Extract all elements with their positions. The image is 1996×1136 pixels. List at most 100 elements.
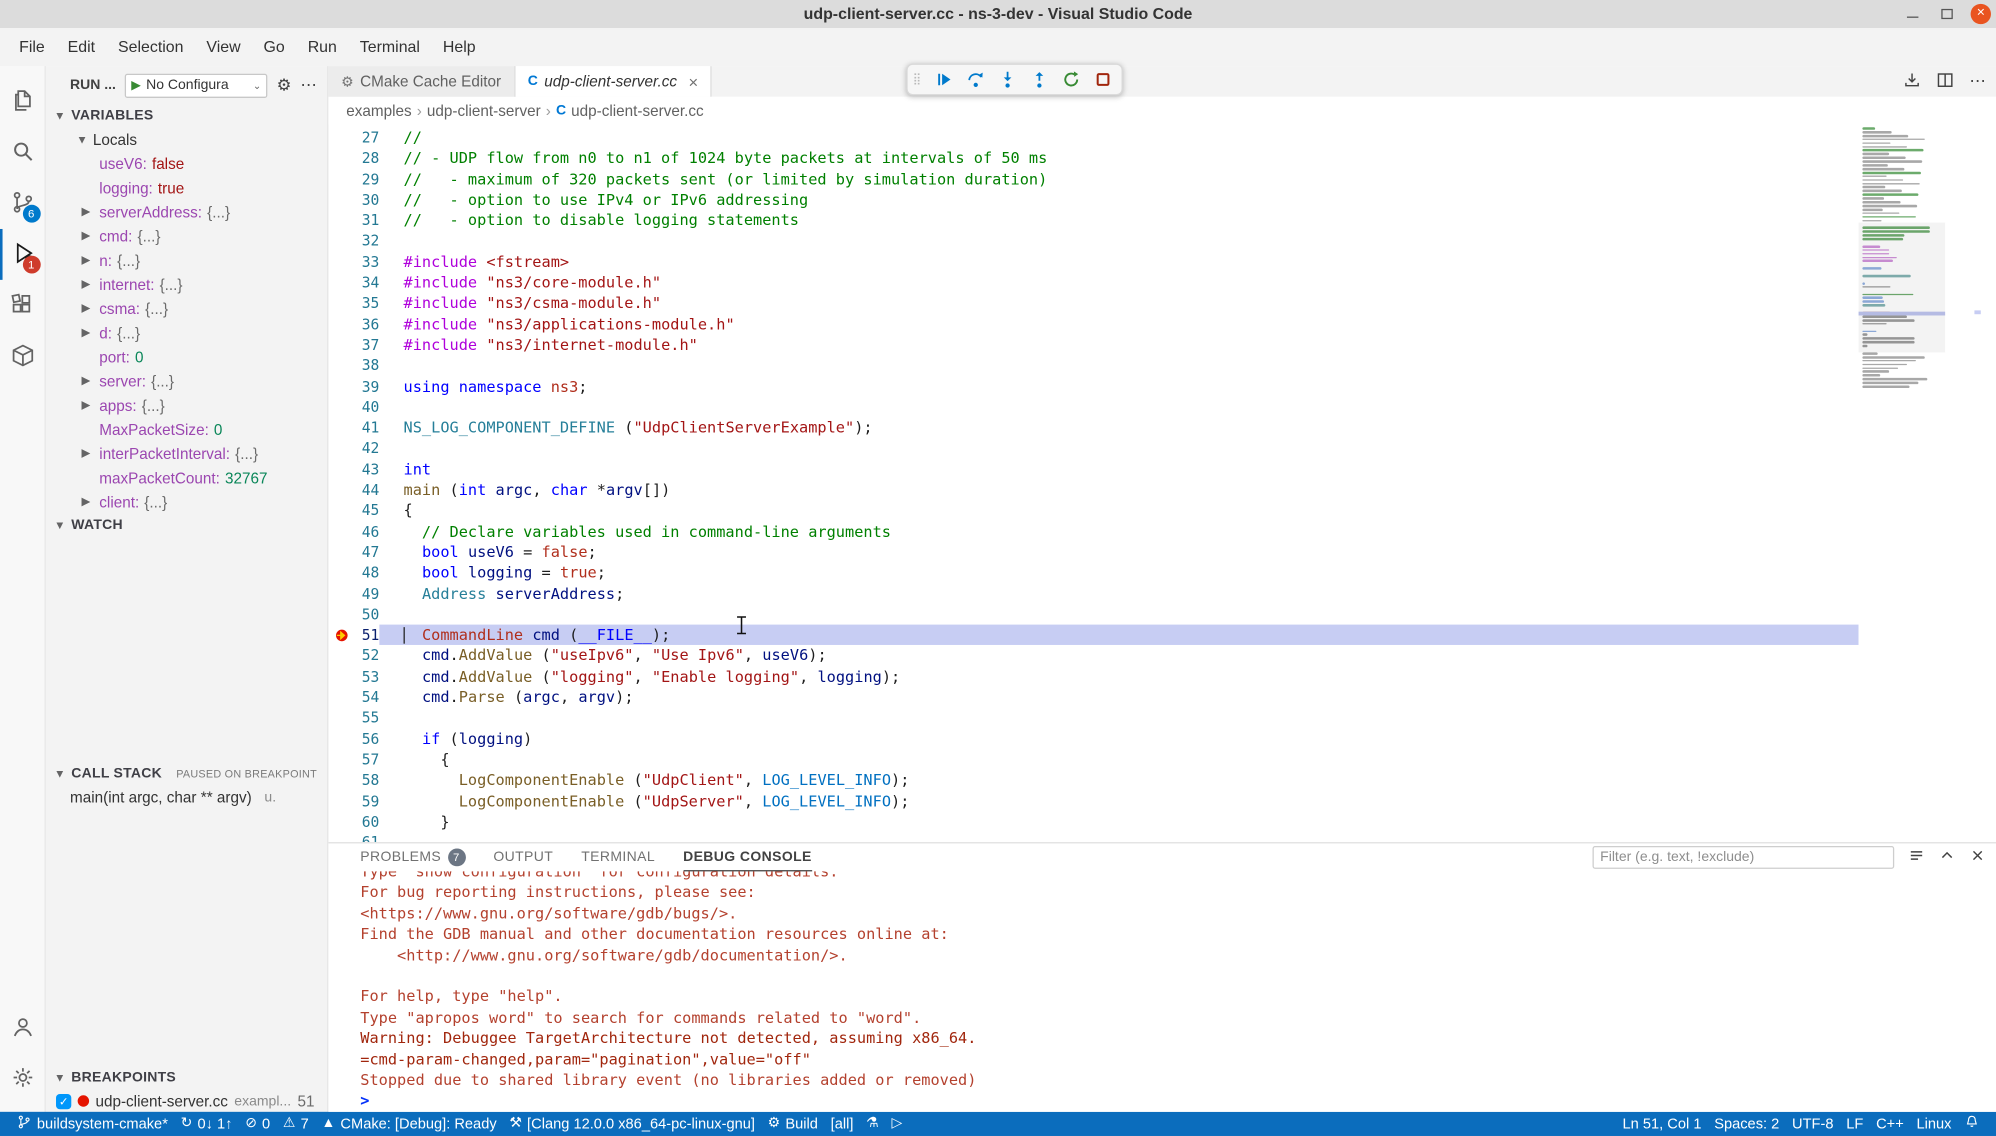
code-line[interactable]: 41NS_LOG_COMPONENT_DEFINE ("UdpClientSer… bbox=[328, 417, 1858, 438]
line-number[interactable]: 29 bbox=[354, 169, 379, 190]
step-into-button[interactable] bbox=[993, 66, 1021, 93]
menu-go[interactable]: Go bbox=[252, 33, 296, 61]
line-number[interactable]: 56 bbox=[354, 728, 379, 749]
panel-tab-problems[interactable]: PROBLEMS7 bbox=[360, 843, 465, 871]
code-line[interactable]: 32 bbox=[328, 231, 1858, 252]
sidebar-item-source-control[interactable]: 6 bbox=[0, 178, 45, 229]
status-item-build[interactable]: ⚙Build bbox=[761, 1112, 824, 1136]
status-item-cmake-debug-ready[interactable]: ▲CMake: [Debug]: Ready bbox=[315, 1112, 503, 1136]
variable-row[interactable]: ▶serverAddress:{...} bbox=[46, 200, 327, 224]
code-line[interactable]: 27// bbox=[328, 127, 1858, 148]
code-line[interactable]: 39using namespace ns3; bbox=[328, 376, 1858, 397]
settings-button[interactable] bbox=[0, 1053, 45, 1104]
stack-frame[interactable]: main(int argc, char ** argv)u. bbox=[46, 785, 327, 809]
breadcrumb-item[interactable]: udp-client-server.cc bbox=[571, 102, 703, 120]
status-item-0-1-[interactable]: ↻0↓ 1↑ bbox=[174, 1112, 239, 1136]
line-number[interactable]: 57 bbox=[354, 749, 379, 770]
variable-row[interactable]: ▶d:{...} bbox=[46, 321, 327, 345]
breakpoint-gutter[interactable] bbox=[328, 832, 353, 842]
sidebar-item-extensions[interactable] bbox=[0, 280, 45, 331]
code-line[interactable]: 46 // Declare variables used in command-… bbox=[328, 521, 1858, 542]
line-number[interactable]: 27 bbox=[354, 127, 379, 148]
variable-row[interactable]: port:0 bbox=[46, 345, 327, 369]
line-number[interactable]: 46 bbox=[354, 521, 379, 542]
code-line[interactable]: 28// - UDP flow from n0 to n1 of 1024 by… bbox=[328, 148, 1858, 169]
line-number[interactable]: 36 bbox=[354, 314, 379, 335]
variable-row[interactable]: ▶cmd:{...} bbox=[46, 224, 327, 248]
line-number[interactable]: 60 bbox=[354, 811, 379, 832]
breadcrumb-item[interactable]: examples bbox=[346, 102, 411, 120]
line-number[interactable]: 41 bbox=[354, 417, 379, 438]
line-number[interactable]: 33 bbox=[354, 252, 379, 273]
sidebar-item-run-and-debug[interactable]: 1 bbox=[0, 229, 45, 280]
breakpoint-gutter[interactable] bbox=[328, 728, 353, 749]
breakpoint-gutter[interactable] bbox=[328, 459, 353, 480]
call-stack-section-header[interactable]: ▼ CALL STACK PAUSED ON BREAKPOINT bbox=[46, 762, 327, 785]
line-number[interactable]: 49 bbox=[354, 583, 379, 604]
debug-console[interactable]: Type "show configuration" for configurat… bbox=[328, 871, 1996, 1111]
variable-row[interactable]: useV6:false bbox=[46, 151, 327, 175]
line-number[interactable]: 40 bbox=[354, 397, 379, 418]
code-line[interactable]: 55 bbox=[328, 708, 1858, 729]
code-line[interactable]: 48 bool logging = true; bbox=[328, 563, 1858, 584]
code-line[interactable]: 36#include "ns3/applications-module.h" bbox=[328, 314, 1858, 335]
breakpoint-gutter[interactable] bbox=[328, 293, 353, 314]
status-item-utf-8[interactable]: UTF-8 bbox=[1786, 1112, 1840, 1136]
gear-icon[interactable]: ⚙ bbox=[277, 75, 292, 95]
line-number[interactable]: 61 bbox=[354, 832, 379, 842]
line-number[interactable]: 31 bbox=[354, 210, 379, 231]
breakpoint-gutter[interactable] bbox=[328, 500, 353, 521]
code-line[interactable]: 51 CommandLine cmd (__FILE__); bbox=[328, 625, 1858, 646]
restore-icon[interactable] bbox=[1941, 9, 1952, 19]
variable-row[interactable]: ▶n:{...} bbox=[46, 248, 327, 272]
tab-cmake-cache-editor[interactable]: ⚙CMake Cache Editor bbox=[328, 66, 515, 97]
code-line[interactable]: 29// - maximum of 320 packets sent (or l… bbox=[328, 169, 1858, 190]
breakpoint-gutter[interactable] bbox=[328, 480, 353, 501]
code-line[interactable]: 30// - option to use IPv4 or IPv6 addres… bbox=[328, 189, 1858, 210]
status-item-beaker-icon[interactable]: ⚗ bbox=[860, 1112, 885, 1136]
line-number[interactable]: 37 bbox=[354, 335, 379, 356]
code-line[interactable]: 47 bool useV6 = false; bbox=[328, 542, 1858, 563]
code-line[interactable]: 53 cmd.AddValue ("logging", "Enable logg… bbox=[328, 666, 1858, 687]
code-line[interactable]: 59 LogComponentEnable ("UdpServer", LOG_… bbox=[328, 791, 1858, 812]
line-number[interactable]: 59 bbox=[354, 791, 379, 812]
minimap[interactable] bbox=[1859, 125, 1946, 842]
breakpoint-gutter[interactable] bbox=[328, 417, 353, 438]
minimize-icon[interactable] bbox=[1906, 11, 1917, 17]
continue-button[interactable] bbox=[929, 66, 957, 93]
breakpoint-gutter[interactable] bbox=[328, 148, 353, 169]
close-icon[interactable]: × bbox=[1971, 4, 1991, 24]
breakpoint-gutter[interactable] bbox=[328, 231, 353, 252]
breakpoint-gutter[interactable] bbox=[328, 189, 353, 210]
debug-config-dropdown[interactable]: ▶ No Configura ⌄ bbox=[125, 73, 268, 97]
code-line[interactable]: 61 bbox=[328, 832, 1858, 842]
breakpoint-checkbox[interactable]: ✓ bbox=[56, 1093, 71, 1108]
sidebar-item-cmake-tools[interactable] bbox=[0, 331, 45, 382]
breadcrumb-item[interactable]: udp-client-server bbox=[427, 102, 541, 120]
status-item-linux[interactable]: Linux bbox=[1910, 1112, 1958, 1136]
line-number[interactable]: 39 bbox=[354, 376, 379, 397]
breakpoint-gutter[interactable] bbox=[328, 749, 353, 770]
variable-row[interactable]: ▶client:{...} bbox=[46, 490, 327, 514]
breakpoint-gutter[interactable] bbox=[328, 376, 353, 397]
variables-section-header[interactable]: ▼ VARIABLES bbox=[46, 104, 327, 127]
breakpoint-gutter[interactable] bbox=[328, 335, 353, 356]
code-area[interactable]: 27//28// - UDP flow from n0 to n1 of 102… bbox=[328, 125, 1858, 842]
menu-help[interactable]: Help bbox=[431, 33, 487, 61]
breakpoint-gutter[interactable] bbox=[328, 127, 353, 148]
line-number[interactable]: 34 bbox=[354, 272, 379, 293]
scope-locals[interactable]: ▼ Locals bbox=[46, 127, 327, 151]
breakpoint-gutter[interactable] bbox=[328, 770, 353, 791]
status-item--clang-12-0-0-x86-64-pc-[interactable]: ⚒[Clang 12.0.0 x86_64-pc-linux-gnu] bbox=[503, 1112, 761, 1136]
breakpoint-gutter[interactable] bbox=[328, 666, 353, 687]
console-prompt[interactable]: > bbox=[360, 1091, 1996, 1112]
step-over-button[interactable] bbox=[961, 66, 989, 93]
overview-ruler[interactable] bbox=[1945, 125, 1996, 842]
variable-row[interactable]: ▶internet:{...} bbox=[46, 272, 327, 296]
breakpoint-gutter[interactable] bbox=[328, 645, 353, 666]
breakpoint-gutter[interactable] bbox=[328, 583, 353, 604]
code-line[interactable]: 34#include "ns3/core-module.h" bbox=[328, 272, 1858, 293]
code-line[interactable]: 52 cmd.AddValue ("useIpv6", "Use Ipv6", … bbox=[328, 645, 1858, 666]
line-number[interactable]: 28 bbox=[354, 148, 379, 169]
line-number[interactable]: 51 bbox=[354, 625, 379, 646]
